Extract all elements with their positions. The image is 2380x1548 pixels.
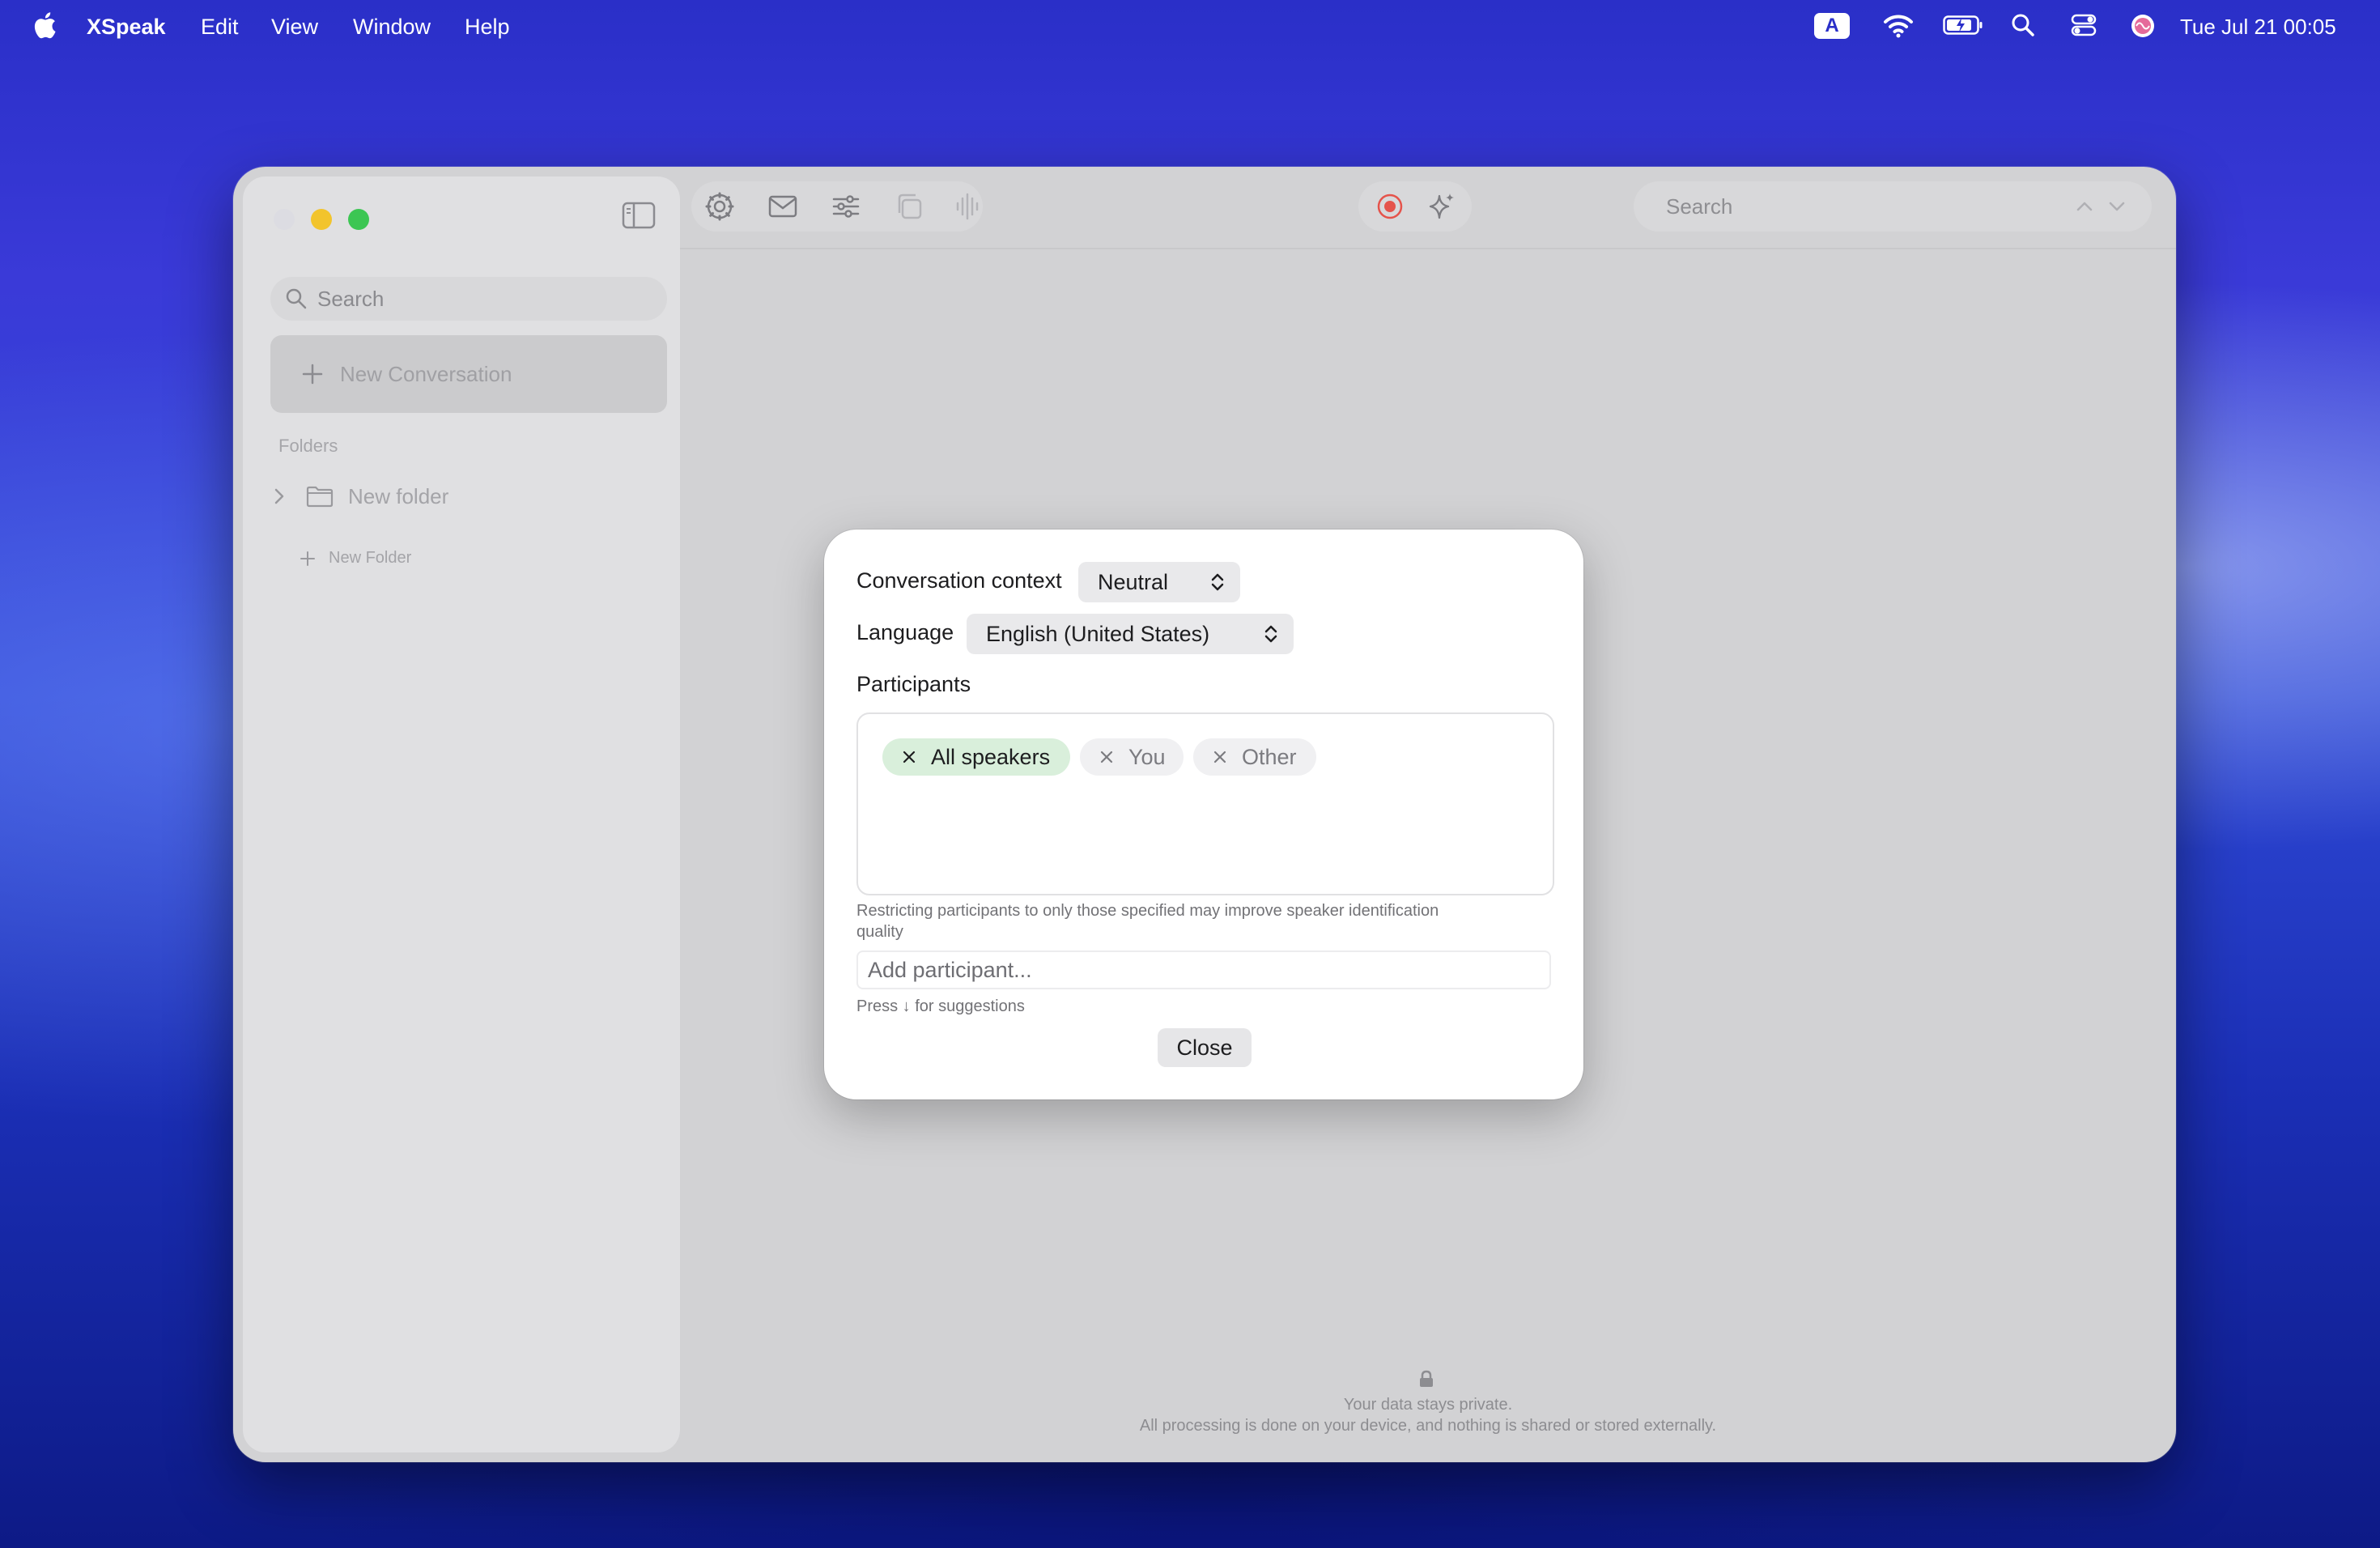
- chevron-down-icon[interactable]: [2106, 196, 2127, 217]
- add-participant-input[interactable]: Add participant...: [856, 950, 1551, 989]
- lock-icon: [1420, 1370, 1433, 1387]
- window-close-button[interactable]: [274, 209, 295, 230]
- sparkles-icon[interactable]: [1426, 191, 1457, 222]
- chevron-updown-icon: [1211, 573, 1224, 591]
- spotlight-search-icon[interactable]: [2011, 13, 2035, 37]
- search-icon: [286, 288, 307, 309]
- remove-icon[interactable]: [902, 750, 916, 764]
- control-center-icon[interactable]: [2071, 13, 2097, 37]
- status-area: A Tue Jul 21 00:05: [0, 0, 2380, 53]
- language-value: English (United States): [986, 621, 1210, 646]
- waveform-icon: [956, 193, 979, 220]
- plus-icon: [302, 364, 323, 385]
- context-label: Conversation context: [856, 568, 1062, 593]
- language-label: Language: [856, 620, 954, 644]
- chevron-up-icon[interactable]: [2074, 196, 2095, 217]
- menu-bar: XSpeak Edit View Window Help A Tue Jul 2…: [0, 0, 2380, 53]
- window-minimize-button[interactable]: [311, 209, 332, 230]
- context-value: Neutral: [1098, 569, 1169, 594]
- sidebar: Search New Conversation Folders New fold…: [243, 176, 680, 1452]
- window-zoom-button[interactable]: [348, 209, 369, 230]
- chip-label: All speakers: [931, 744, 1051, 769]
- chip-label: You: [1128, 744, 1166, 769]
- remove-icon[interactable]: [1099, 750, 1114, 764]
- language-select[interactable]: English (United States): [967, 614, 1294, 654]
- toolbar-center-group: [1358, 181, 1472, 232]
- toolbar-left-group: [691, 181, 983, 232]
- sidebar-search-placeholder: Search: [317, 286, 385, 311]
- record-icon[interactable]: [1375, 191, 1405, 222]
- sliders-icon[interactable]: [831, 191, 861, 222]
- battery-icon[interactable]: [1943, 13, 1983, 37]
- chip-label: Other: [1242, 744, 1297, 769]
- new-folder-button[interactable]: New Folder: [300, 549, 411, 568]
- input-source-badge[interactable]: A: [1814, 13, 1850, 39]
- close-button[interactable]: Close: [1158, 1028, 1252, 1067]
- toolbar-search-input[interactable]: Search: [1634, 181, 2152, 232]
- restrict-hint: Restricting participants to only those s…: [856, 902, 1439, 941]
- folder-label: New folder: [348, 483, 449, 508]
- toolbar-search-placeholder: Search: [1666, 194, 1733, 219]
- siri-icon[interactable]: [2130, 13, 2156, 39]
- chevron-updown-icon: [1264, 625, 1277, 643]
- chevron-right-icon[interactable]: [270, 487, 288, 505]
- participant-chip-you[interactable]: You: [1080, 738, 1184, 776]
- new-conversation-label: New Conversation: [340, 361, 512, 386]
- menubar-clock[interactable]: Tue Jul 21 00:05: [2180, 15, 2336, 40]
- sidebar-toggle-icon[interactable]: [622, 201, 656, 230]
- privacy-line-1: Your data stays private.: [1343, 1396, 1513, 1414]
- folder-item[interactable]: New folder: [270, 476, 448, 517]
- toolbar-divider: [680, 248, 2176, 249]
- participant-chip-other[interactable]: Other: [1193, 738, 1316, 776]
- copy-icon: [898, 194, 922, 219]
- remove-icon[interactable]: [1213, 750, 1227, 764]
- privacy-line-2: All processing is done on your device, a…: [1139, 1417, 1717, 1435]
- folder-icon: [306, 486, 334, 508]
- plus-icon: [300, 551, 315, 566]
- context-select[interactable]: Neutral: [1078, 562, 1240, 602]
- suggest-hint: Press ↓ for suggestions: [856, 997, 1025, 1015]
- participant-chip-all-speakers[interactable]: All speakers: [882, 738, 1070, 776]
- folders-section-title: Folders: [278, 436, 338, 456]
- settings-icon[interactable]: [704, 191, 735, 222]
- sidebar-search-input[interactable]: Search: [270, 277, 667, 321]
- conversation-settings-dialog: Conversation context Neutral Language En…: [824, 529, 1583, 1099]
- new-conversation-button[interactable]: New Conversation: [270, 335, 667, 413]
- mail-icon[interactable]: [767, 191, 798, 222]
- new-folder-label: New Folder: [329, 549, 412, 567]
- wifi-icon[interactable]: [1883, 13, 1914, 39]
- participants-title: Participants: [856, 672, 971, 696]
- participants-box: All speakers You Other: [856, 712, 1554, 895]
